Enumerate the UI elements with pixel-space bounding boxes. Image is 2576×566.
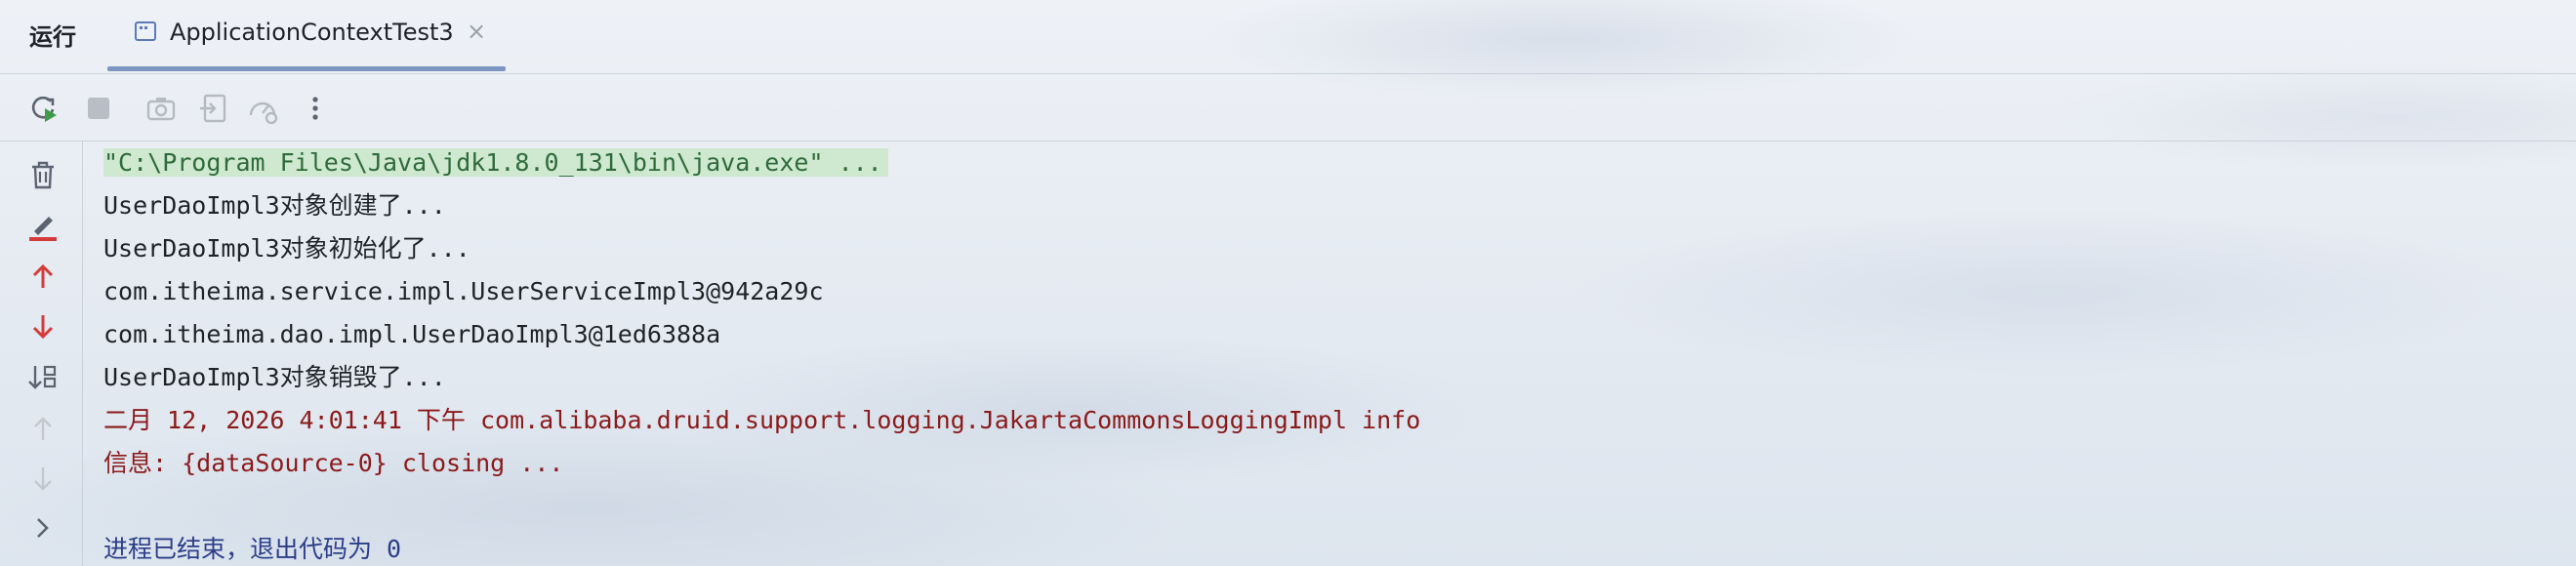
active-tab-indicator (107, 66, 506, 71)
sort-icon[interactable] (25, 360, 61, 395)
arrow-up-icon[interactable] (25, 259, 61, 294)
run-toolbar (0, 74, 2576, 142)
up-disabled-icon[interactable] (25, 411, 61, 446)
console-line-stderr: 二月 12, 2026 4:01:41 下午 com.alibaba.druid… (103, 406, 1421, 434)
run-panel-title: 运行 (29, 23, 76, 51)
export-icon[interactable] (197, 92, 230, 125)
run-tool-window-header: 运行 ApplicationContextTest3 × (0, 0, 2576, 74)
trash-icon[interactable] (25, 157, 61, 192)
console-line-command: "C:\Program Files\Java\jdk1.8.0_131\bin\… (103, 148, 888, 178)
profiler-icon[interactable] (246, 92, 279, 125)
console-line: UserDaoImpl3对象初始化了... (103, 234, 470, 263)
console-side-toolbar (0, 142, 83, 566)
console-line-stderr: 信息: {dataSource-0} closing ... (103, 449, 564, 477)
arrow-down-icon[interactable] (25, 309, 61, 344)
expand-icon[interactable] (25, 510, 61, 546)
close-tab-icon[interactable]: × (467, 18, 486, 45)
stop-icon[interactable] (82, 92, 115, 125)
console-line: com.itheima.service.impl.UserServiceImpl… (103, 277, 824, 305)
more-options-icon[interactable] (299, 92, 332, 125)
console-line-exit-status: 进程已结束，退出代码为 0 (103, 535, 402, 563)
application-config-icon (135, 21, 156, 41)
tab-application-context-test3[interactable]: ApplicationContextTest3 × (107, 0, 506, 73)
screenshot-icon[interactable] (144, 92, 178, 125)
console-output[interactable]: "C:\Program Files\Java\jdk1.8.0_131\bin\… (82, 142, 2576, 566)
console-line: UserDaoImpl3对象销毁了... (103, 363, 446, 391)
console-line: com.itheima.dao.impl.UserDaoImpl3@1ed638… (103, 320, 721, 348)
down-disabled-icon[interactable] (25, 462, 61, 497)
clear-icon[interactable] (25, 208, 61, 243)
rerun-icon[interactable] (27, 92, 61, 125)
console-line: UserDaoImpl3对象创建了... (103, 191, 446, 220)
tab-title: ApplicationContextTest3 (170, 19, 454, 46)
